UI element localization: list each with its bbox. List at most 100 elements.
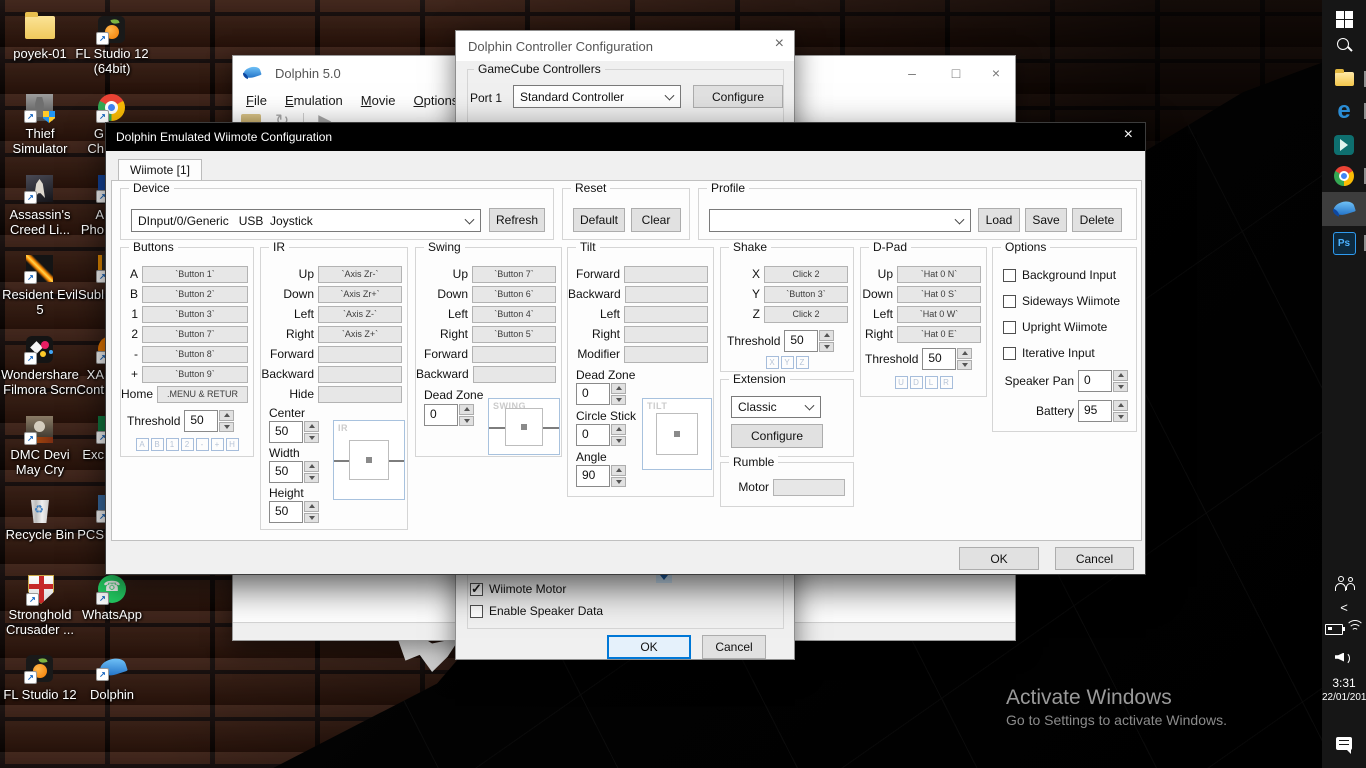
mapping-button[interactable]: `Button 4` [472, 306, 556, 323]
desktop-icon-whatsapp[interactable]: ↗ [98, 575, 126, 603]
minimize-button[interactable]: – [897, 62, 927, 84]
mapping-button[interactable]: `Button 2` [142, 286, 248, 303]
taskbar-edge[interactable]: e [1322, 96, 1366, 126]
circle-stick-spinner[interactable]: 0 [576, 424, 626, 446]
port1-configure-button[interactable]: Configure [693, 85, 783, 108]
upright-wiimote-checkbox[interactable] [1003, 321, 1016, 334]
width-spinner[interactable]: 50 [269, 461, 319, 483]
threshold-spinner[interactable]: 50 [922, 348, 972, 370]
desktop-icon-chrome[interactable]: ↗ [98, 94, 125, 121]
taskbar-file-explorer[interactable] [1322, 64, 1366, 94]
mapping-button[interactable]: `Hat 0 E` [897, 326, 981, 343]
mapping-button[interactable] [625, 286, 708, 303]
taskbar-clock[interactable]: 3:31 22/01/2019 [1322, 676, 1366, 703]
mapping-button[interactable]: `Button 3` [764, 286, 848, 303]
mapping-button[interactable]: .MENU & RETUR [157, 386, 248, 403]
close-icon[interactable]: × [1124, 126, 1133, 144]
port1-device-select[interactable]: Standard Controller [513, 85, 681, 108]
tray-volume[interactable] [1322, 646, 1366, 668]
desktop-icon-assassins[interactable]: ↗ [26, 175, 53, 202]
device-select[interactable]: DInput/0/Generic USB Joystick [131, 209, 481, 232]
menu-emulation[interactable]: Emulation [276, 93, 352, 108]
desktop-icon-poyek01[interactable] [25, 16, 55, 39]
angle-spinner[interactable]: 90 [576, 465, 626, 487]
desktop-icon-stronghold[interactable]: ↗ [28, 575, 54, 604]
desktop-label[interactable]: FL Studio 12 (64bit) [67, 46, 157, 77]
mapping-button[interactable]: `Button 8` [142, 346, 248, 363]
taskbar-photoshop[interactable]: Ps [1322, 228, 1366, 258]
mapping-button[interactable]: `Axis Zr-` [318, 266, 402, 283]
taskbar-dolphin[interactable] [1322, 192, 1366, 226]
mapping-button[interactable] [318, 346, 402, 363]
desktop-icon-re5[interactable]: ↗ [26, 255, 53, 282]
enable-speaker-checkbox[interactable] [470, 605, 483, 618]
menu-file[interactable]: File [237, 93, 276, 108]
desktop-label[interactable]: PCS [64, 527, 104, 542]
desktop-icon-filmora[interactable]: ↗ [26, 336, 53, 363]
mapping-button[interactable]: `Button 5` [472, 326, 556, 343]
refresh-button[interactable]: Refresh [489, 208, 545, 232]
motor-mapping-button[interactable] [773, 479, 845, 496]
clear-button[interactable]: Clear [631, 208, 681, 232]
menu-movie[interactable]: Movie [352, 93, 405, 108]
mapping-button[interactable]: Click 2 [764, 306, 848, 323]
desktop-icon-dolphin[interactable]: ↗ [98, 657, 128, 679]
desktop-label[interactable]: Subl [64, 287, 104, 302]
desktop-label[interactable]: WhatsApp [67, 607, 157, 622]
title-bar[interactable]: Dolphin Controller Configuration [456, 31, 794, 61]
tray-wifi[interactable] [1346, 620, 1364, 632]
desktop-label[interactable]: Dolphin [67, 687, 157, 702]
default-button[interactable]: Default [573, 208, 625, 232]
cancel-button[interactable]: Cancel [702, 635, 766, 659]
mapping-button[interactable]: `Hat 0 S` [897, 286, 981, 303]
mapping-button[interactable]: `Button 7` [472, 266, 556, 283]
desktop-icon-recycle-bin[interactable] [28, 495, 52, 523]
background-input-checkbox[interactable] [1003, 269, 1016, 282]
extension-select[interactable]: Classic [731, 396, 821, 418]
ok-button[interactable]: OK [607, 635, 691, 659]
tab-wiimote-1[interactable]: Wiimote [1] [118, 159, 202, 180]
taskbar-search[interactable] [1322, 30, 1366, 60]
mapping-button[interactable] [473, 366, 556, 383]
title-bar[interactable]: Dolphin Emulated Wiimote Configuration [106, 123, 1145, 151]
desktop-icon-flstudio64[interactable]: ↗ [98, 16, 125, 43]
center-spinner[interactable]: 50 [269, 421, 319, 443]
iterative-input-checkbox[interactable] [1003, 347, 1016, 360]
wiimote-motor-checkbox[interactable] [470, 583, 483, 596]
mapping-button[interactable]: `Axis Zr+` [318, 286, 402, 303]
desktop-label[interactable]: GCh [64, 126, 104, 157]
desktop-label[interactable]: APho [64, 207, 104, 238]
threshold-spinner[interactable]: 50 [184, 410, 234, 432]
extension-configure-button[interactable]: Configure [731, 424, 823, 448]
battery-spinner[interactable]: 95 [1078, 400, 1128, 422]
mapping-button[interactable]: `Hat 0 W` [897, 306, 981, 323]
mapping-button[interactable]: `Hat 0 N` [897, 266, 981, 283]
mapping-button[interactable] [318, 366, 402, 383]
mapping-button[interactable]: `Button 3` [142, 306, 248, 323]
delete-button[interactable]: Delete [1072, 208, 1122, 232]
deadzone-spinner[interactable]: 0 [424, 404, 474, 426]
mapping-button[interactable] [624, 326, 708, 343]
desktop-icon-dmc[interactable]: ↗ [26, 416, 53, 443]
mapping-button[interactable] [624, 266, 708, 283]
mapping-button[interactable]: `Button 1` [142, 266, 248, 283]
taskbar-chrome[interactable] [1322, 161, 1366, 191]
profile-select[interactable] [709, 209, 971, 232]
load-button[interactable]: Load [978, 208, 1020, 232]
mapping-button[interactable]: `Button 7` [142, 326, 248, 343]
desktop-icon-thief[interactable]: ↗ [26, 94, 53, 121]
maximize-button[interactable]: □ [941, 62, 971, 84]
deadzone-spinner[interactable]: 0 [576, 383, 626, 405]
close-icon[interactable]: × [775, 35, 784, 53]
cancel-button[interactable]: Cancel [1055, 547, 1134, 570]
height-spinner[interactable]: 50 [269, 501, 319, 523]
ok-button[interactable]: OK [959, 547, 1039, 570]
mapping-button[interactable]: `Button 9` [142, 366, 248, 383]
mapping-button[interactable]: Click 2 [764, 266, 848, 283]
tray-battery[interactable] [1325, 624, 1343, 635]
mapping-button[interactable] [624, 346, 708, 363]
mapping-button[interactable] [318, 386, 402, 403]
mapping-button[interactable]: `Button 6` [472, 286, 556, 303]
tray-expand[interactable]: < [1322, 596, 1366, 618]
desktop-icon-flstudio[interactable]: ↗ [26, 655, 53, 682]
